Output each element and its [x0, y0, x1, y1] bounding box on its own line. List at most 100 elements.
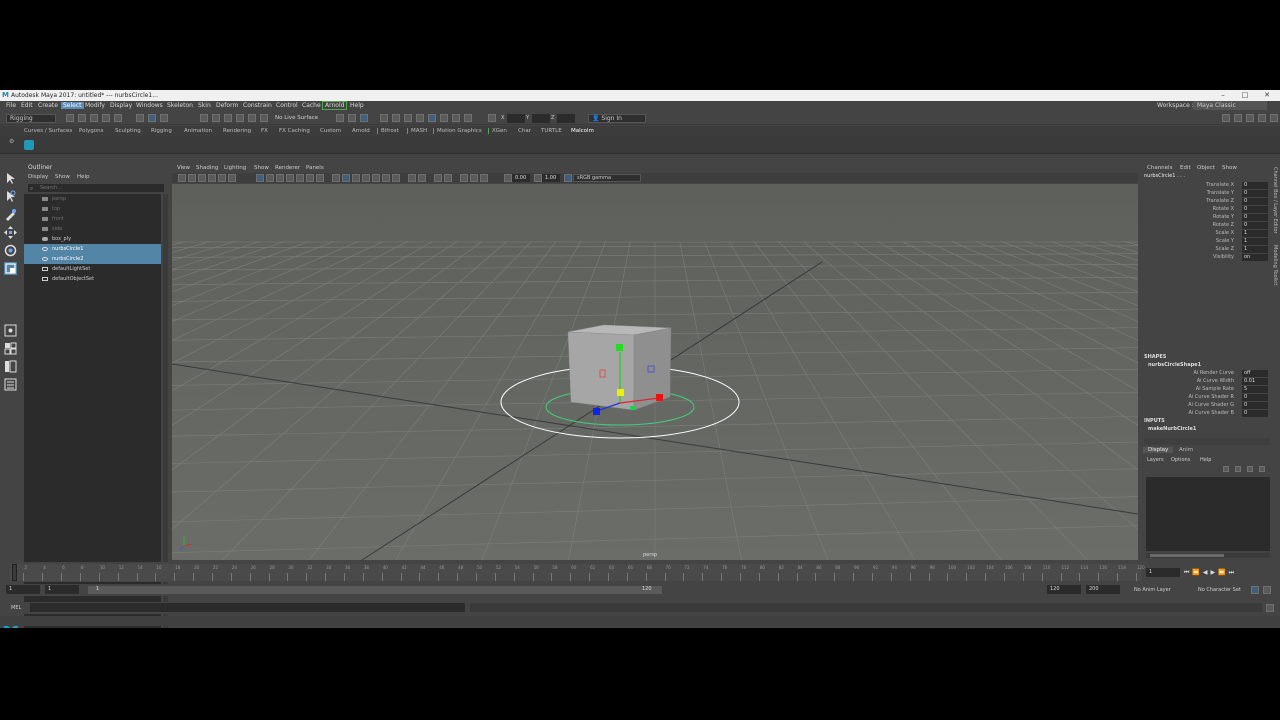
- render-settings-icon[interactable]: [416, 114, 424, 122]
- channel-menu-show[interactable]: Show: [1222, 165, 1237, 171]
- film-gate-icon[interactable]: [266, 174, 274, 182]
- camera-attr-icon[interactable]: [188, 174, 196, 182]
- channel-value[interactable]: 0: [1242, 410, 1268, 417]
- new-scene-icon[interactable]: [66, 114, 74, 122]
- shelf-tab-arnold[interactable]: Arnold: [352, 128, 370, 134]
- menu-help[interactable]: Help: [350, 102, 364, 109]
- bookmark-icon[interactable]: [198, 174, 206, 182]
- list-item[interactable]: defaultObjectSet: [24, 274, 161, 284]
- make-live-icon[interactable]: [260, 114, 268, 122]
- step-back-icon[interactable]: ◀: [1203, 569, 1211, 576]
- channel-object-name[interactable]: nurbsCircle1 . . .: [1144, 173, 1185, 179]
- shelf-tab-fx[interactable]: FX: [261, 128, 268, 134]
- xray-icon[interactable]: [418, 174, 426, 182]
- menu-select[interactable]: Select: [61, 102, 84, 109]
- channel-row[interactable]: Scale Z 1: [1140, 246, 1270, 254]
- menu-modify[interactable]: Modify: [85, 102, 105, 109]
- channel-value[interactable]: 5: [1242, 386, 1268, 393]
- menu-arnold[interactable]: Arnold: [322, 101, 348, 110]
- time-ruler[interactable]: 1246810121416182022242628303234363840424…: [10, 564, 1145, 581]
- select-object-icon[interactable]: [148, 114, 156, 122]
- step-forward-icon[interactable]: ⏩: [1218, 569, 1228, 576]
- snap-curve-icon[interactable]: [212, 114, 220, 122]
- channel-value[interactable]: 0: [1242, 214, 1268, 221]
- shelf-tab-motion-graphics[interactable]: Motion Graphics: [433, 128, 482, 134]
- workspace-dropdown[interactable]: Maya Classic: [1193, 101, 1267, 110]
- shelf-script-icon[interactable]: [24, 140, 34, 150]
- menu-control[interactable]: Control: [276, 102, 298, 109]
- select-hierarchy-icon[interactable]: [136, 114, 144, 122]
- ambient-occlusion-icon[interactable]: [392, 174, 400, 182]
- list-item[interactable]: box_ply: [24, 234, 161, 244]
- channel-value[interactable]: 0: [1242, 394, 1268, 401]
- transform-mode-icon[interactable]: [488, 114, 496, 122]
- channel-row[interactable]: Ai Curve Shader G 0: [1140, 402, 1270, 410]
- channel-value[interactable]: 0: [1242, 206, 1268, 213]
- shelf-tab-rigging[interactable]: Rigging: [151, 128, 172, 134]
- list-item[interactable]: defaultLightSet: [24, 264, 161, 274]
- channel-menu-edit[interactable]: Edit: [1180, 165, 1191, 171]
- channel-row[interactable]: Rotate Y 0: [1140, 214, 1270, 222]
- layer-move-down-icon[interactable]: [1235, 466, 1241, 472]
- list-item[interactable]: nurbsCircle2: [24, 254, 161, 264]
- side-tab-modeling-toolkit[interactable]: Modeling Toolkit: [1272, 245, 1278, 285]
- arnold-render-icon[interactable]: [440, 114, 448, 122]
- layer-move-up-icon[interactable]: [1223, 466, 1229, 472]
- channel-value[interactable]: 0: [1242, 222, 1268, 229]
- colorspace-dropdown[interactable]: sRGB gamma: [573, 174, 641, 182]
- shelf-tab-char[interactable]: Char: [518, 128, 531, 134]
- character-set-dropdown[interactable]: No Character Set: [1198, 587, 1241, 593]
- grid-icon[interactable]: [256, 174, 264, 182]
- shelf-options-icon[interactable]: ⚙: [9, 138, 14, 152]
- outliner-menu-help[interactable]: Help: [77, 174, 90, 180]
- side-tab-channel-box[interactable]: Channel Box / Layer Editor: [1272, 167, 1278, 234]
- menu-cache[interactable]: Cache: [302, 102, 321, 109]
- shelf-tab-polygons[interactable]: Polygons: [79, 128, 103, 134]
- channel-row[interactable]: Scale Y 1: [1140, 238, 1270, 246]
- current-frame-field[interactable]: 1: [1146, 568, 1180, 577]
- camera-lock-icon[interactable]: [470, 174, 478, 182]
- shelf-tab-animation[interactable]: Animation: [184, 128, 212, 134]
- channel-row[interactable]: Visibility on: [1140, 254, 1270, 262]
- z-field[interactable]: [557, 114, 575, 123]
- end-time-field[interactable]: 200: [1086, 585, 1120, 594]
- script-editor-icon[interactable]: [1266, 604, 1274, 612]
- shelf-tab-sculpting[interactable]: Sculpting: [115, 128, 141, 134]
- anim-layer-dropdown[interactable]: No Anim Layer: [1134, 587, 1171, 593]
- outliner-menu-display[interactable]: Display: [28, 174, 48, 180]
- isolate-select-icon[interactable]: [408, 174, 416, 182]
- color-management-icon[interactable]: [564, 174, 572, 182]
- layer-editor-icon[interactable]: [1270, 114, 1278, 122]
- outliner-search-input[interactable]: Search...: [28, 184, 164, 192]
- channel-value[interactable]: 0.01: [1242, 378, 1268, 385]
- snap-surface-icon[interactable]: [248, 114, 256, 122]
- x-field[interactable]: [507, 114, 525, 123]
- list-item[interactable]: front: [24, 214, 161, 224]
- resolution-gate-icon[interactable]: [276, 174, 284, 182]
- go-to-end-icon[interactable]: ⏭: [1229, 569, 1237, 576]
- menu-constrain[interactable]: Constrain: [243, 102, 272, 109]
- channel-value[interactable]: 1: [1242, 230, 1268, 237]
- scale-tool-icon[interactable]: [4, 262, 17, 275]
- camera-select-icon[interactable]: [178, 174, 186, 182]
- snap-point-icon[interactable]: [224, 114, 232, 122]
- list-item[interactable]: persp: [24, 194, 161, 204]
- input-name[interactable]: makeNurbCircle1: [1148, 426, 1196, 432]
- channel-row[interactable]: Rotate Z 0: [1140, 222, 1270, 230]
- channel-value[interactable]: 1: [1242, 246, 1268, 253]
- new-layer-icon[interactable]: [1247, 466, 1253, 472]
- anti-alias-icon[interactable]: [444, 174, 452, 182]
- four-view-icon[interactable]: [4, 342, 17, 355]
- textured-icon[interactable]: [362, 174, 370, 182]
- shadows-icon[interactable]: [382, 174, 390, 182]
- mel-label[interactable]: MEL: [11, 605, 21, 611]
- menu-display[interactable]: Display: [110, 102, 132, 109]
- layer-scrollbar[interactable]: [1146, 553, 1270, 558]
- layer-tab-display[interactable]: Display: [1143, 447, 1174, 453]
- step-back-key-icon[interactable]: ⏪: [1192, 569, 1202, 576]
- menu-file[interactable]: File: [6, 102, 16, 109]
- smooth-shade-icon[interactable]: [342, 174, 350, 182]
- image-plane-icon[interactable]: [208, 174, 216, 182]
- y-field[interactable]: [532, 114, 550, 123]
- layer-tab-anim[interactable]: Anim: [1179, 447, 1193, 453]
